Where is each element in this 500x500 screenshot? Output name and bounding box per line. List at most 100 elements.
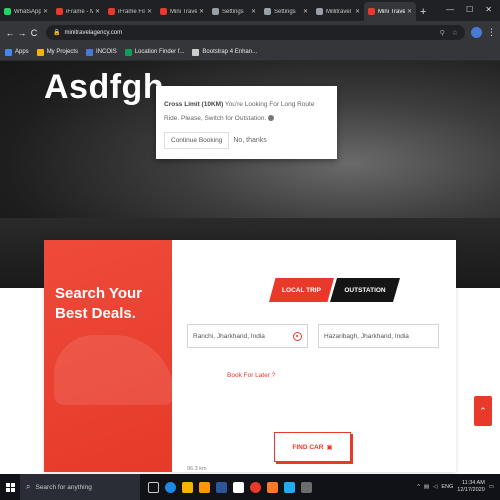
- minimize-icon[interactable]: —: [446, 5, 454, 14]
- trip-type-tabs: LOCAL TRIP OUTSTATION: [269, 278, 400, 302]
- tab-close-icon[interactable]: ✕: [199, 8, 204, 15]
- tab-label: Mini Travel: [378, 8, 405, 15]
- menu-icon[interactable]: ⋮: [487, 27, 496, 38]
- popup-message-bold: Cross Limit (10KM): [164, 101, 224, 108]
- chrome-icon[interactable]: [250, 481, 261, 493]
- star-icon[interactable]: ☆: [452, 29, 458, 37]
- browser-tab[interactable]: Settings ✕: [208, 2, 260, 21]
- tab-list: WhatsApp✕iFrame - Main✕iFrame File Me✕Mi…: [0, 2, 416, 21]
- tab-close-icon[interactable]: ✕: [303, 8, 308, 15]
- car-icon: ▣: [326, 444, 333, 451]
- reload-icon[interactable]: C: [28, 28, 40, 38]
- close-window-icon[interactable]: ✕: [485, 5, 492, 14]
- bookmark-label: My Projects: [46, 49, 79, 55]
- promo-title: Search Your Best Deals.: [55, 285, 142, 322]
- bookmark-item[interactable]: Apps: [5, 48, 29, 56]
- vscode-icon[interactable]: [284, 481, 295, 493]
- location-icon[interactable]: ⚲: [440, 29, 445, 37]
- profile-avatar[interactable]: [471, 27, 482, 38]
- route-limit-popup: Cross Limit (10KM) You're Looking For Lo…: [156, 86, 337, 159]
- tab-label: iFrame File Me: [118, 8, 145, 15]
- tab-favicon-icon: [212, 8, 219, 15]
- tab-close-icon[interactable]: ✕: [43, 8, 48, 15]
- tab-label: Millitravel: [326, 8, 352, 15]
- pickup-location-value: Ranchi, Jharkhand, India: [193, 332, 265, 340]
- book-later-link[interactable]: Book For Later ?: [227, 372, 275, 379]
- find-car-button[interactable]: FIND CAR ▣: [274, 432, 351, 462]
- tab-close-icon[interactable]: ✕: [355, 8, 360, 15]
- locate-me-icon[interactable]: [293, 332, 302, 341]
- bookmarks-bar: Apps My Projects INCOIS Location Finder f..…: [0, 44, 500, 61]
- new-tab-button[interactable]: +: [416, 2, 430, 21]
- bookmark-item[interactable]: INCOIS: [86, 48, 117, 56]
- tab-label: iFrame - Main: [66, 8, 93, 15]
- tab-label: Mini Travel: [170, 8, 197, 15]
- bookmark-icon: [5, 48, 12, 56]
- word-icon[interactable]: [216, 481, 227, 493]
- tray-expand-icon[interactable]: ^: [417, 484, 420, 490]
- bookmark-item[interactable]: Location Finder f...: [124, 48, 185, 56]
- browser-tab[interactable]: Mini Travel ✕: [156, 2, 208, 21]
- bookmark-label: Location Finder f...: [134, 49, 185, 55]
- tab-close-icon[interactable]: ✕: [251, 8, 256, 15]
- start-button[interactable]: [0, 474, 20, 500]
- bookmark-item[interactable]: My Projects: [36, 48, 79, 56]
- popup-message: Cross Limit (10KM) You're Looking For Lo…: [164, 98, 329, 126]
- tab-favicon-icon: [368, 8, 375, 15]
- no-thanks-button[interactable]: No, thanks: [233, 137, 266, 144]
- tab-outstation[interactable]: OUTSTATION: [330, 278, 400, 302]
- browser-tab[interactable]: Mini Travel ✕: [364, 2, 416, 21]
- bookmark-item[interactable]: Bootstrap 4 Enhan...: [192, 48, 257, 56]
- edge-icon[interactable]: [165, 481, 176, 493]
- drop-location-input[interactable]: Hazaribagh, Jharkhand, India: [318, 324, 439, 348]
- windows-icon: [5, 482, 15, 492]
- store-icon[interactable]: [233, 481, 244, 493]
- browser-tab[interactable]: Settings ✕: [260, 2, 312, 21]
- browser-tab[interactable]: iFrame File Me✕: [104, 2, 156, 21]
- continue-booking-button[interactable]: Continue Booking: [164, 132, 230, 149]
- tab-local-trip[interactable]: LOCAL TRIP: [269, 278, 334, 302]
- address-bar[interactable]: 🔒 minitravelagency.com ⚲ ☆: [46, 25, 465, 40]
- app-icon[interactable]: [301, 481, 312, 493]
- forward-icon[interactable]: →: [16, 28, 28, 38]
- task-view-icon[interactable]: [148, 481, 159, 493]
- clock[interactable]: 11:34 AM 12/17/2020: [457, 480, 485, 494]
- tab-label: Settings: [222, 8, 244, 15]
- tab-favicon-icon: [108, 8, 115, 15]
- maximize-icon[interactable]: ☐: [466, 5, 473, 14]
- popup-actions: Continue Booking No, thanks: [164, 132, 329, 149]
- promo-panel: Search Your Best Deals.: [44, 240, 172, 472]
- lock-icon: 🔒: [53, 30, 61, 36]
- volume-icon[interactable]: ◁: [433, 484, 437, 490]
- browser-tab[interactable]: Millitravel ✕: [312, 2, 364, 21]
- search-icon: ⌕: [26, 482, 31, 491]
- back-icon[interactable]: ←: [4, 28, 16, 38]
- notifications-icon[interactable]: ▭: [489, 484, 494, 490]
- tab-close-icon[interactable]: ✕: [95, 8, 100, 15]
- taskbar-search-placeholder: Search for anything: [35, 483, 92, 491]
- file-explorer-icon[interactable]: [182, 481, 193, 493]
- tab-label: Settings: [274, 8, 296, 15]
- tab-close-icon[interactable]: ✕: [147, 8, 152, 15]
- promo-car-image: [54, 335, 172, 405]
- bookmark-icon: [86, 48, 94, 56]
- window-controls: — ☐ ✕: [446, 0, 500, 18]
- taskbar-search[interactable]: ⌕ Search for anything: [20, 474, 140, 500]
- chevron-up-icon: ⌃: [479, 405, 487, 416]
- omnibox-icons: ⚲ ☆: [440, 29, 458, 37]
- url-text[interactable]: minitravelagency.com: [64, 30, 439, 36]
- scroll-to-top-button[interactable]: ⌃: [474, 396, 492, 426]
- language-indicator[interactable]: ENG: [441, 484, 453, 490]
- pickup-location-input[interactable]: Ranchi, Jharkhand, India: [187, 324, 308, 348]
- xampp-icon[interactable]: [267, 481, 278, 493]
- browser-tab[interactable]: WhatsApp ✕: [0, 2, 52, 21]
- system-tray: ^ ▤ ◁ ENG 11:34 AM 12/17/2020 ▭: [417, 480, 500, 494]
- browser-tab[interactable]: iFrame - Main✕: [52, 2, 104, 21]
- taskbar-apps: [148, 481, 312, 493]
- network-icon[interactable]: ▤: [424, 484, 429, 490]
- tab-close-icon[interactable]: ✕: [407, 8, 412, 15]
- sublime-icon[interactable]: [199, 481, 210, 493]
- browser-tabstrip: WhatsApp✕iFrame - Main✕iFrame File Me✕Mi…: [0, 0, 500, 21]
- browser-toolbar: ← → C 🔒 minitravelagency.com ⚲ ☆ ⋮: [0, 21, 500, 44]
- info-icon: [268, 115, 275, 122]
